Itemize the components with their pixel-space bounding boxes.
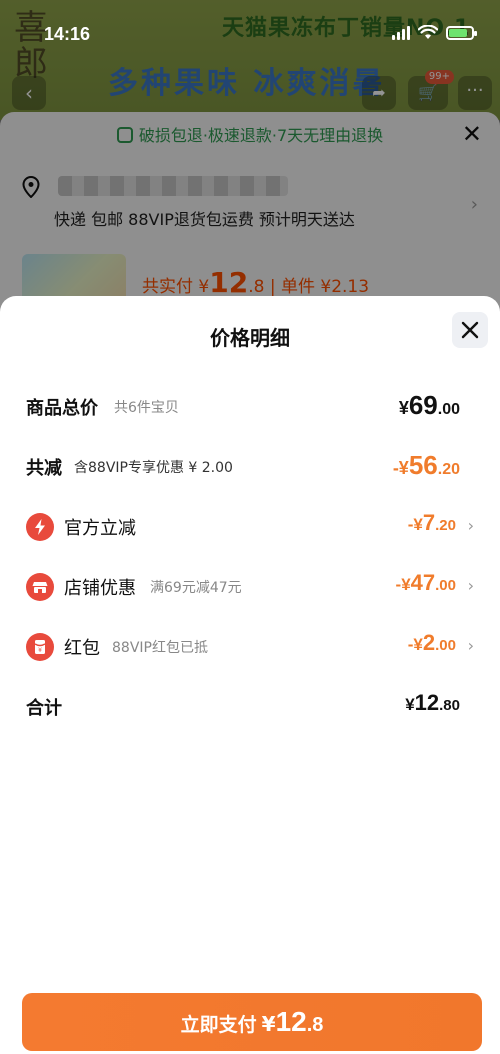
chevron-right-icon: ›: [467, 636, 474, 655]
status-time: 14:16: [44, 24, 91, 44]
close-button[interactable]: [452, 312, 488, 348]
row-subtotal: 商品总价 共6件宝贝 ¥69.00: [26, 386, 474, 426]
battery-icon: [446, 25, 477, 40]
sheet-title: 价格明细: [210, 326, 290, 350]
pay-label: 立即支付: [180, 1014, 257, 1036]
svg-text:¥: ¥: [38, 647, 42, 654]
row-store-discount[interactable]: 店铺优惠 满69元减47元 -¥47.00 ›: [26, 566, 474, 606]
row-red-envelope[interactable]: ¥ 红包 88VIP红包已抵 -¥2.00 ›: [26, 626, 474, 666]
row-total: 合计 ¥12.80: [26, 686, 474, 726]
row-amount: -¥2.00: [407, 630, 456, 655]
status-bar: 14:16: [0, 0, 500, 60]
row-label: 官方立减: [64, 518, 136, 539]
chevron-right-icon: ›: [467, 576, 474, 595]
chevron-right-icon: ›: [467, 516, 474, 535]
row-total-discount: 共减 含88VIP专享优惠 ¥ 2.00 -¥56.20: [26, 446, 474, 486]
row-sub: 88VIP红包已抵: [112, 640, 208, 656]
row-label: 共减: [26, 458, 62, 479]
row-amount: ¥12.80: [405, 690, 460, 715]
cellular-signal-icon: [392, 25, 410, 40]
row-sub: 含88VIP专享优惠 ¥ 2.00: [74, 460, 233, 476]
pay-now-button[interactable]: 立即支付 ¥12.8: [22, 993, 482, 1051]
row-amount: -¥47.00: [395, 570, 456, 595]
row-amount: -¥7.20: [407, 510, 456, 535]
wifi-icon: [418, 25, 438, 39]
store-icon: [26, 573, 54, 601]
pay-currency: ¥: [261, 1012, 276, 1036]
lightning-icon: [26, 513, 54, 541]
pay-bar: 立即支付 ¥12.8: [0, 982, 500, 1054]
row-label: 红包: [64, 638, 100, 659]
red-envelope-icon: ¥: [26, 633, 54, 661]
price-detail-sheet: 价格明细 商品总价 共6件宝贝 ¥69.00 共减 含88VIP专享优惠 ¥ 2…: [0, 296, 500, 1054]
row-amount: ¥69.00: [398, 390, 460, 420]
pay-amount-dec: .8: [306, 1014, 324, 1036]
close-icon: [461, 321, 479, 339]
row-sub: 共6件宝贝: [114, 400, 179, 416]
row-sub: 满69元减47元: [150, 580, 242, 596]
row-label: 商品总价: [26, 398, 98, 419]
row-label: 合计: [26, 698, 62, 719]
row-amount: -¥56.20: [392, 450, 460, 480]
pay-amount-int: 12: [275, 1006, 307, 1037]
row-label: 店铺优惠: [64, 578, 136, 599]
row-official-discount[interactable]: 官方立减 -¥7.20 ›: [26, 506, 474, 546]
